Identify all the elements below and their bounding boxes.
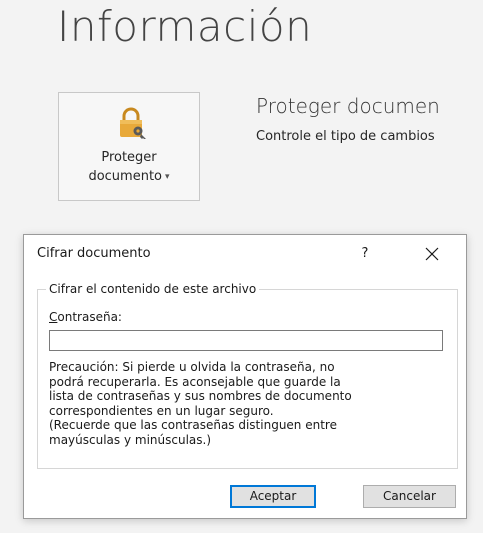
password-input[interactable] [49,330,443,351]
password-label-text: ontraseña: [57,310,122,324]
protect-tile-label-text: documento [88,169,162,184]
warning-line: Precaución: Si pierde u olvida la contra… [49,360,335,374]
encrypt-document-dialog: Cifrar documento ? Cifrar el contenido d… [23,234,467,519]
help-button[interactable]: ? [352,241,378,267]
cancel-button[interactable]: Cancelar [363,485,456,508]
warning-line: podrá recuperarla. Es aconsejable que gu… [49,374,341,389]
encrypt-group-box: Cifrar el contenido de este archivo Cont… [37,281,458,469]
dialog-title: Cifrar documento [37,246,151,261]
warning-text: Precaución: Si pierde u olvida la contra… [49,360,449,447]
warning-line: mayúsculas y minúsculas.) [49,432,211,447]
protect-tile-label-line2: documento ▾ [59,168,199,186]
protect-section-heading: Proteger documen [256,94,440,118]
page-right-edge [471,0,483,533]
password-label: Contraseña: [49,310,122,324]
protect-tile-label-line1: Proteger [101,150,157,165]
chevron-down-icon: ▾ [165,172,170,182]
warning-line: correspondientes en un lugar seguro. [49,403,274,418]
page-title: Información [57,2,313,51]
warning-line: (Recuerde que las contraseñas distinguen… [49,418,337,432]
close-icon[interactable] [418,241,446,267]
lock-key-icon [120,107,146,139]
protect-document-button[interactable]: Proteger documento ▾ [58,92,200,201]
warning-line: lista de contraseñas y sus nombres de do… [49,389,352,403]
ok-button[interactable]: Aceptar [230,485,316,508]
protect-section-description: Controle el tipo de cambios [256,129,435,144]
group-legend: Cifrar el contenido de este archivo [46,281,260,297]
